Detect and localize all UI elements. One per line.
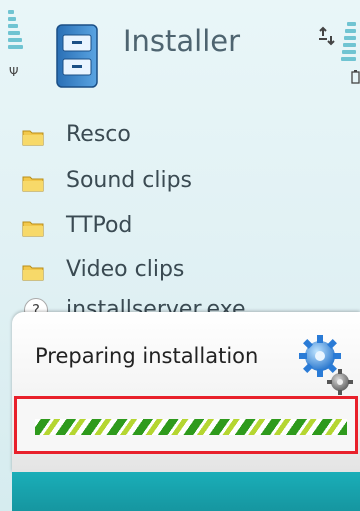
installer-app-icon bbox=[56, 24, 98, 88]
list-item[interactable]: Resco bbox=[0, 120, 360, 160]
list-item-label: Sound clips bbox=[66, 168, 193, 193]
folder-icon bbox=[22, 221, 44, 237]
battery-icon bbox=[351, 70, 360, 84]
antenna-icon: Ψ bbox=[9, 65, 19, 79]
gears-icon bbox=[299, 335, 353, 395]
signal-strength-icon bbox=[8, 10, 24, 58]
list-item[interactable]: Sound clips bbox=[0, 166, 360, 206]
folder-icon bbox=[22, 265, 44, 281]
folder-icon bbox=[22, 176, 44, 192]
progress-bar bbox=[35, 419, 347, 435]
list-item-label: Video clips bbox=[66, 257, 185, 282]
list-item-label: Resco bbox=[66, 122, 131, 147]
sync-icon bbox=[319, 26, 335, 46]
progress-dialog: Preparing installation bbox=[12, 312, 360, 472]
progress-highlight bbox=[14, 396, 358, 454]
page-title: Installer bbox=[123, 24, 241, 58]
battery-level-icon bbox=[340, 22, 356, 68]
list-item-label: TTPod bbox=[66, 213, 133, 238]
list-item[interactable]: TTPod bbox=[0, 211, 360, 251]
list-item[interactable]: Video clips bbox=[0, 255, 360, 295]
folder-icon bbox=[22, 130, 44, 146]
softkey-bar bbox=[12, 472, 360, 511]
dialog-message: Preparing installation bbox=[35, 344, 259, 368]
